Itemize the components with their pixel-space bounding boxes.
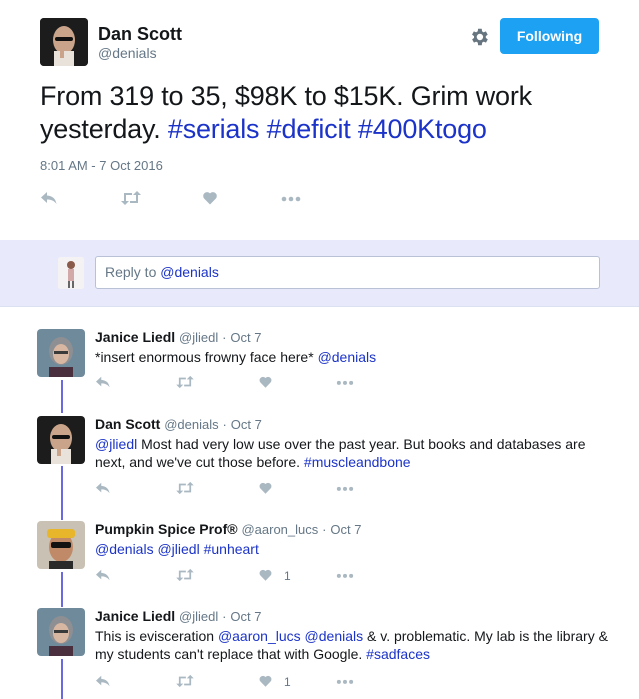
reply-input[interactable]: Reply to @denials — [95, 256, 600, 289]
reply-icon[interactable] — [95, 674, 111, 688]
reply-avatar[interactable] — [37, 416, 85, 464]
retweet-icon[interactable] — [175, 568, 195, 582]
reply-avatar[interactable] — [37, 608, 85, 656]
reply-author-name[interactable]: Janice Liedl — [95, 608, 175, 624]
like-icon[interactable] — [202, 190, 218, 206]
reply-header: Janice Liedl @jliedl · Oct 7 — [95, 329, 261, 345]
author-handle[interactable]: @denials — [98, 45, 157, 61]
reply-author-handle[interactable]: @aaron_lucs — [241, 522, 318, 537]
hashtag-link[interactable]: #muscleandbone — [304, 454, 411, 470]
author-name[interactable]: Dan Scott — [98, 24, 182, 45]
reply-author-name[interactable]: Janice Liedl — [95, 329, 175, 345]
hashtag-link[interactable]: #sadfaces — [366, 646, 430, 662]
like-icon[interactable] — [258, 674, 273, 688]
reply-text: *insert enormous frowny face here* @deni… — [95, 348, 610, 366]
reply-time[interactable]: Oct 7 — [230, 609, 261, 624]
reply-dot: · — [222, 417, 227, 432]
thread-line — [61, 380, 63, 413]
reply-author-name[interactable]: Pumpkin Spice Prof® — [95, 521, 238, 537]
more-icon[interactable] — [336, 568, 354, 582]
reply-icon[interactable] — [95, 375, 111, 389]
reply-text: This is evisceration @aaron_lucs @denial… — [95, 627, 610, 663]
reply-dot: · — [322, 522, 327, 537]
mention-link[interactable]: @denials — [318, 349, 377, 365]
like-icon[interactable] — [258, 481, 273, 495]
reply-dot: · — [222, 609, 227, 624]
retweet-icon[interactable] — [175, 375, 195, 389]
hashtag-link[interactable]: #400Ktogo — [358, 114, 487, 144]
mention-link[interactable]: @jliedl — [157, 541, 199, 557]
reply-dot: · — [222, 330, 227, 345]
hashtag-link[interactable]: #serials — [168, 114, 260, 144]
thread-line — [61, 659, 63, 699]
like-count: 1 — [284, 675, 291, 689]
reply-text-part: This is evisceration — [95, 628, 218, 644]
reply-header: Pumpkin Spice Prof® @aaron_lucs · Oct 7 — [95, 521, 361, 537]
reply-placeholder-mention: @denials — [160, 264, 219, 280]
more-icon[interactable] — [336, 481, 354, 495]
reply-author-name[interactable]: Dan Scott — [95, 416, 160, 432]
retweet-icon[interactable] — [175, 481, 195, 495]
reply-avatar[interactable] — [37, 329, 85, 377]
mention-link[interactable]: @jliedl — [95, 436, 137, 452]
reply-text-part: *insert enormous frowny face here* — [95, 349, 318, 365]
thread-line — [61, 466, 63, 520]
retweet-icon[interactable] — [175, 674, 195, 688]
more-icon[interactable] — [336, 375, 354, 389]
like-icon[interactable] — [258, 568, 273, 582]
hashtag-link[interactable]: #unheart — [204, 541, 259, 557]
more-icon[interactable] — [281, 190, 301, 206]
retweet-icon[interactable] — [120, 190, 142, 206]
mention-link[interactable]: @denials — [305, 628, 364, 644]
reply-author-handle[interactable]: @jliedl — [179, 609, 218, 624]
thread-line — [61, 572, 63, 607]
reply-header: Janice Liedl @jliedl · Oct 7 — [95, 608, 261, 624]
reply-time[interactable]: Oct 7 — [230, 330, 261, 345]
reply-composer: Reply to @denials — [0, 240, 639, 307]
reply-icon[interactable] — [95, 481, 111, 495]
hashtag-link[interactable]: #deficit — [267, 114, 351, 144]
main-tweet: Dan Scott @denials Following From 319 to… — [0, 0, 639, 240]
reply-author-handle[interactable]: @jliedl — [179, 330, 218, 345]
like-icon[interactable] — [258, 375, 273, 389]
mention-link[interactable]: @denials — [95, 541, 154, 557]
like-count: 1 — [284, 569, 291, 583]
tweet-timestamp[interactable]: 8:01 AM - 7 Oct 2016 — [40, 158, 163, 173]
more-icon[interactable] — [336, 674, 354, 688]
user-avatar — [58, 257, 84, 289]
reply-icon[interactable] — [95, 568, 111, 582]
tweet-text: From 319 to 35, $98K to $15K. Grim work … — [40, 80, 600, 146]
reply-icon[interactable] — [40, 190, 58, 206]
reply-text: @jliedl Most had very low use over the p… — [95, 435, 610, 471]
mention-link[interactable]: @aaron_lucs — [218, 628, 301, 644]
author-avatar[interactable] — [40, 18, 88, 66]
reply-author-handle[interactable]: @denials — [164, 417, 218, 432]
reply-placeholder-prefix: Reply to — [105, 264, 157, 280]
reply-time[interactable]: Oct 7 — [231, 417, 262, 432]
reply-avatar[interactable] — [37, 521, 85, 569]
reply-header: Dan Scott @denials · Oct 7 — [95, 416, 262, 432]
following-button[interactable]: Following — [500, 18, 599, 54]
reply-text: @denials @jliedl #unheart — [95, 540, 610, 558]
reply-time[interactable]: Oct 7 — [330, 522, 361, 537]
gear-icon[interactable] — [468, 26, 490, 48]
